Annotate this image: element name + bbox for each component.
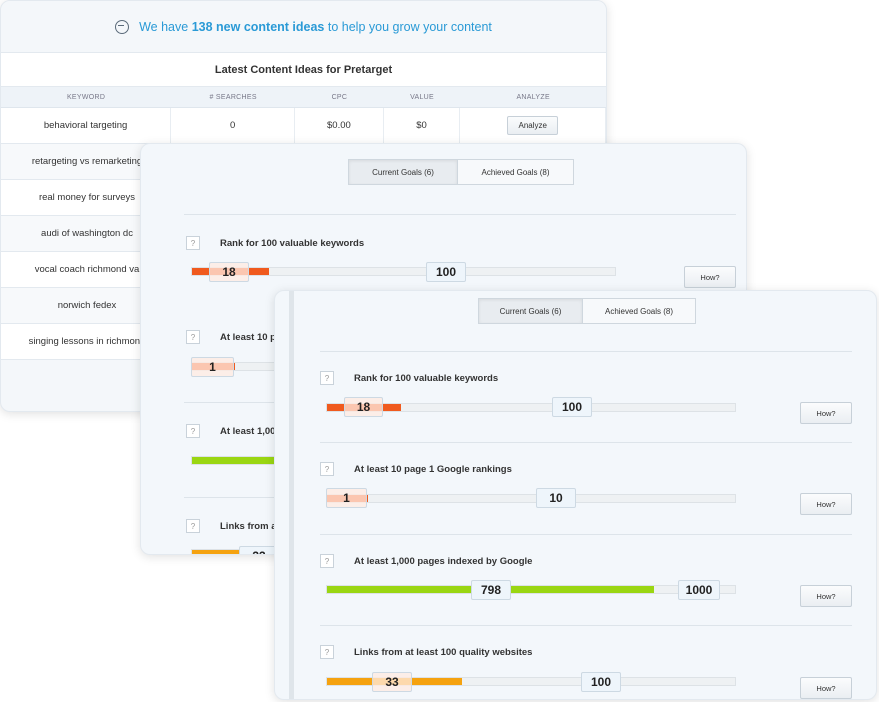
goal-target-value: 100 [552, 397, 592, 417]
goal-progress-track [191, 267, 616, 276]
tab-achieved-goals[interactable]: Achieved Goals (8) [583, 298, 696, 324]
analyze-button[interactable]: Analyze [507, 116, 558, 135]
how-button[interactable]: How? [800, 493, 852, 515]
goal-title: At least 1,00 [220, 426, 276, 437]
goal-title: Rank for 100 valuable keywords [220, 238, 365, 249]
goal-progress-track [326, 494, 736, 503]
goal-title: Rank for 100 valuable keywords [354, 373, 499, 384]
lightbulb-icon [115, 19, 130, 34]
help-icon[interactable]: ? [186, 330, 200, 344]
help-icon[interactable]: ? [320, 371, 334, 385]
goal-title: Links from at least 100 quality websites [354, 647, 533, 658]
goal-current-value: 18 [209, 262, 249, 282]
content-ideas-banner: We have 138 new content ideas to help yo… [1, 1, 606, 53]
tab-current-goals[interactable]: Current Goals (6) [348, 159, 458, 185]
help-icon[interactable]: ? [186, 424, 200, 438]
how-button[interactable]: How? [800, 585, 852, 607]
goal-current-value: 1 [326, 488, 367, 508]
goal-target-value: 100 [426, 262, 466, 282]
table-header: KEYWORD # SEARCHES CPC VALUE ANALYZE [1, 87, 606, 108]
how-button[interactable]: How? [684, 266, 736, 288]
divider [320, 534, 852, 535]
goals-panel-front: Current Goals (6) Achieved Goals (8) ? R… [274, 290, 877, 700]
banner-count: 138 new content ideas [191, 19, 325, 34]
goal-target-value: 1000 [678, 580, 720, 600]
banner-suffix: to help you grow your content [327, 19, 492, 34]
goal-current-value: 33 [239, 546, 279, 554]
goal-target-value: 10 [536, 488, 576, 508]
col-cpc: CPC [331, 93, 348, 101]
col-value: VALUE [410, 93, 434, 101]
stage: We have 138 new content ideas to help yo… [0, 0, 879, 702]
divider [320, 625, 852, 626]
help-icon[interactable]: ? [186, 236, 200, 250]
goals-tabs: Current Goals (6) Achieved Goals (8) [478, 298, 696, 324]
goal-title: At least 10 p [220, 332, 276, 343]
analyze-cell: Analyze [460, 108, 606, 143]
divider [184, 214, 736, 215]
how-button[interactable]: How? [800, 402, 852, 424]
value-cell: $0 [384, 108, 461, 143]
tab-current-goals[interactable]: Current Goals (6) [478, 298, 583, 324]
help-icon[interactable]: ? [320, 462, 334, 476]
table-row: behavioral targeting 0 $0.00 $0 Analyze [1, 108, 606, 144]
help-icon[interactable]: ? [186, 519, 200, 533]
goal-title: At least 1,000 pages indexed by Google [354, 556, 533, 567]
how-button[interactable]: How? [800, 677, 852, 699]
col-searches: # SEARCHES [209, 93, 257, 101]
goal-title: At least 10 page 1 Google rankings [354, 464, 512, 475]
goal-title: Links from a [220, 521, 277, 532]
cpc-cell: $0.00 [295, 108, 384, 143]
goal-current-value: 798 [471, 580, 511, 600]
divider [320, 442, 852, 443]
panel-edge [289, 291, 294, 699]
help-icon[interactable]: ? [320, 554, 334, 568]
goal-progress-track [326, 403, 736, 412]
banner-prefix: We have [139, 19, 189, 34]
goal-progress-track [326, 585, 736, 594]
divider [320, 351, 852, 352]
goal-current-value: 33 [372, 672, 412, 692]
help-icon[interactable]: ? [320, 645, 334, 659]
content-ideas-title: Latest Content Ideas for Pretarget [1, 53, 606, 87]
keyword-cell: behavioral targeting [1, 108, 172, 143]
goal-target-value: 100 [581, 672, 621, 692]
tab-achieved-goals[interactable]: Achieved Goals (8) [458, 159, 574, 185]
goal-current-value: 1 [191, 357, 234, 377]
col-keyword: KEYWORD [66, 93, 106, 101]
col-analyze: ANALYZE [516, 93, 550, 101]
searches-cell: 0 [171, 108, 296, 143]
goals-tabs: Current Goals (6) Achieved Goals (8) [348, 159, 574, 185]
goal-current-value: 18 [344, 397, 383, 417]
